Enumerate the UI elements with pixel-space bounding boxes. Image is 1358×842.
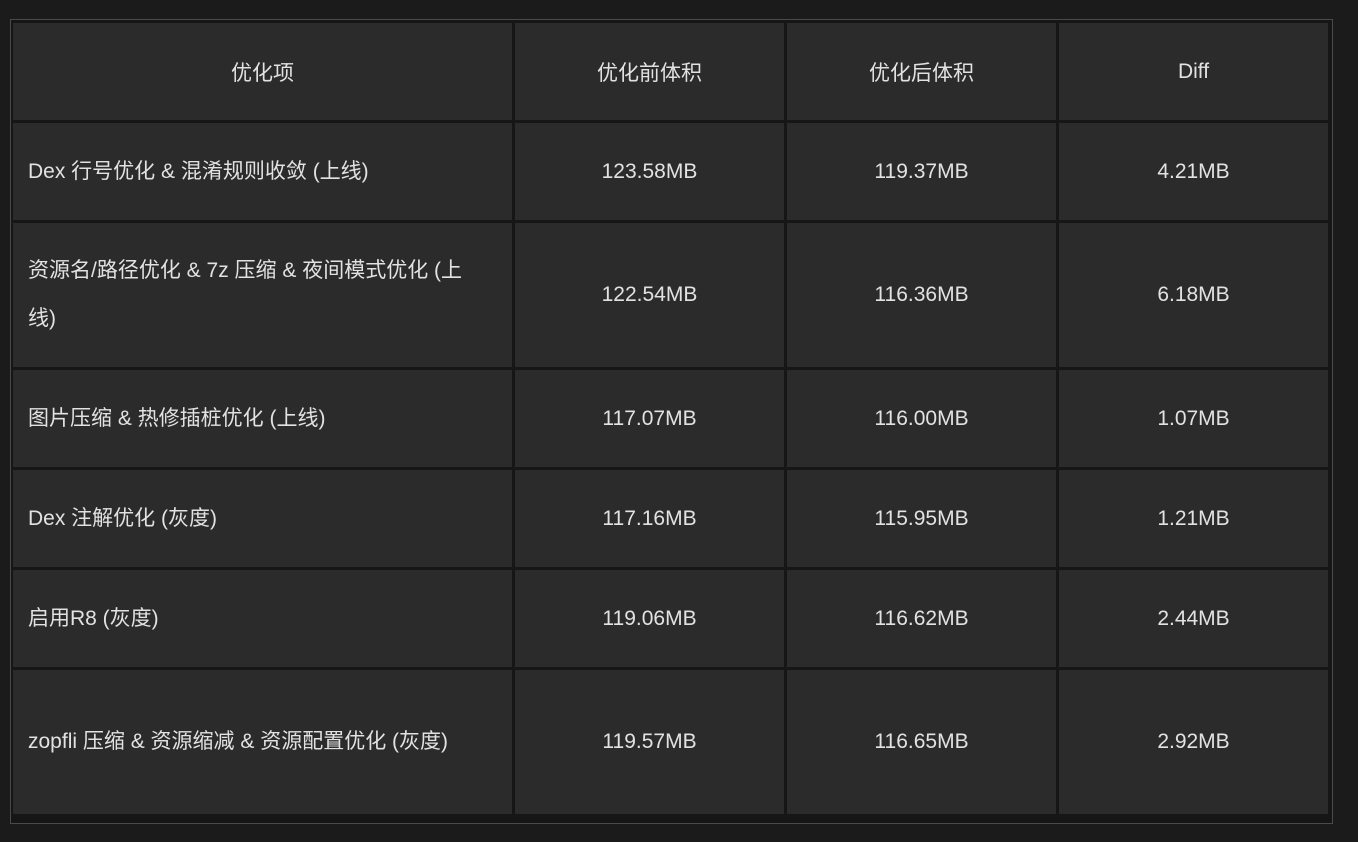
header-size-after: 优化后体积 (787, 23, 1056, 120)
cell-after: 116.62MB (787, 570, 1056, 667)
cell-item: 启用R8 (灰度) (13, 570, 512, 667)
cell-diff: 6.18MB (1059, 223, 1328, 367)
cell-before: 117.16MB (515, 470, 784, 567)
cell-item: zopfli 压缩 & 资源缩减 & 资源配置优化 (灰度) (13, 670, 512, 814)
cell-after: 116.00MB (787, 370, 1056, 467)
table-row: 图片压缩 & 热修插桩优化 (上线) 117.07MB 116.00MB 1.0… (13, 370, 1328, 467)
cell-diff: 2.44MB (1059, 570, 1328, 667)
cell-after: 115.95MB (787, 470, 1056, 567)
table-row: zopfli 压缩 & 资源缩减 & 资源配置优化 (灰度) 119.57MB … (13, 670, 1328, 814)
size-optimization-table: 优化项 优化前体积 优化后体积 Diff Dex 行号优化 & 混淆规则收敛 (… (10, 20, 1331, 817)
cell-before: 119.06MB (515, 570, 784, 667)
cell-item: Dex 行号优化 & 混淆规则收敛 (上线) (13, 123, 512, 220)
header-diff: Diff (1059, 23, 1328, 120)
size-optimization-table-container: 优化项 优化前体积 优化后体积 Diff Dex 行号优化 & 混淆规则收敛 (… (10, 19, 1333, 824)
cell-item: Dex 注解优化 (灰度) (13, 470, 512, 567)
cell-item: 资源名/路径优化 & 7z 压缩 & 夜间模式优化 (上线) (13, 223, 512, 367)
cell-item: 图片压缩 & 热修插桩优化 (上线) (13, 370, 512, 467)
cell-after: 119.37MB (787, 123, 1056, 220)
table-row: 资源名/路径优化 & 7z 压缩 & 夜间模式优化 (上线) 122.54MB … (13, 223, 1328, 367)
page-background: 优化项 优化前体积 优化后体积 Diff Dex 行号优化 & 混淆规则收敛 (… (0, 0, 1358, 842)
table-header-row: 优化项 优化前体积 优化后体积 Diff (13, 23, 1328, 120)
cell-diff: 2.92MB (1059, 670, 1328, 814)
cell-after: 116.36MB (787, 223, 1056, 367)
cell-diff: 1.21MB (1059, 470, 1328, 567)
cell-before: 123.58MB (515, 123, 784, 220)
header-size-before: 优化前体积 (515, 23, 784, 120)
cell-before: 122.54MB (515, 223, 784, 367)
table-row: Dex 行号优化 & 混淆规则收敛 (上线) 123.58MB 119.37MB… (13, 123, 1328, 220)
cell-diff: 1.07MB (1059, 370, 1328, 467)
table-row: 启用R8 (灰度) 119.06MB 116.62MB 2.44MB (13, 570, 1328, 667)
cell-after: 116.65MB (787, 670, 1056, 814)
table-row: Dex 注解优化 (灰度) 117.16MB 115.95MB 1.21MB (13, 470, 1328, 567)
cell-before: 117.07MB (515, 370, 784, 467)
header-optimization-item: 优化项 (13, 23, 512, 120)
cell-before: 119.57MB (515, 670, 784, 814)
cell-diff: 4.21MB (1059, 123, 1328, 220)
